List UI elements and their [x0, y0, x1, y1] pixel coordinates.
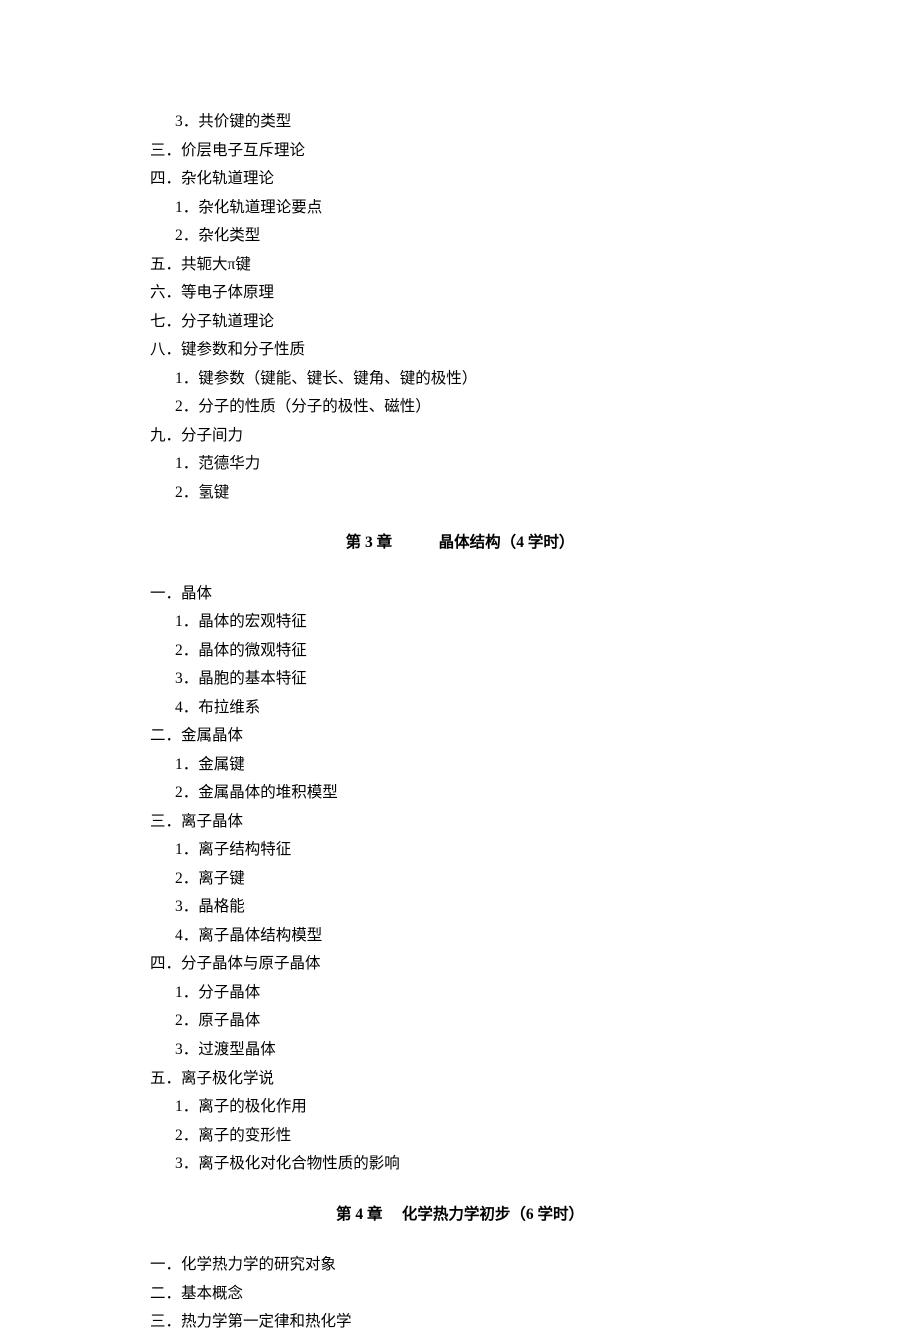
list-item: 1．离子的极化作用	[150, 1093, 770, 1122]
list-item: 五．离子极化学说	[150, 1065, 770, 1094]
list-item: 2．离子键	[150, 865, 770, 894]
list-item: 4．布拉维系	[150, 694, 770, 723]
list-item: 1．键参数（键能、键长、键角、键的极性）	[150, 365, 770, 394]
list-item: 四．分子晶体与原子晶体	[150, 950, 770, 979]
list-item: 四．杂化轨道理论	[150, 165, 770, 194]
list-item: 3．晶胞的基本特征	[150, 665, 770, 694]
title-mid: 章 化学热力学初步（	[363, 1206, 526, 1223]
list-item: 八．键参数和分子性质	[150, 336, 770, 365]
list-item: 3．离子极化对化合物性质的影响	[150, 1150, 770, 1179]
list-item: 1．范德华力	[150, 450, 770, 479]
title-number: 4	[355, 1206, 363, 1223]
list-item: 五．共轭大π键	[150, 251, 770, 280]
list-item: 1．金属键	[150, 751, 770, 780]
list-item: 3．过渡型晶体	[150, 1036, 770, 1065]
list-item: 2．杂化类型	[150, 222, 770, 251]
list-item: 三．热力学第一定律和热化学	[150, 1308, 770, 1337]
list-item: 2．原子晶体	[150, 1007, 770, 1036]
list-item: 2．晶体的微观特征	[150, 637, 770, 666]
title-mid: 章 晶体结构（	[373, 534, 516, 551]
list-item: 2．分子的性质（分子的极性、磁性）	[150, 393, 770, 422]
list-item: 3．共价键的类型	[150, 108, 770, 137]
list-item: 二．金属晶体	[150, 722, 770, 751]
list-item: 六．等电子体原理	[150, 279, 770, 308]
document-page: 3．共价键的类型 三．价层电子互斥理论 四．杂化轨道理论 1．杂化轨道理论要点 …	[0, 0, 770, 1337]
list-item: 2．离子的变形性	[150, 1122, 770, 1151]
title-suffix: 学时）	[524, 534, 574, 551]
list-item: 1．离子结构特征	[150, 836, 770, 865]
list-item: 3．晶格能	[150, 893, 770, 922]
list-item: 一．化学热力学的研究对象	[150, 1251, 770, 1280]
title-prefix: 第	[346, 534, 365, 551]
list-item: 1．晶体的宏观特征	[150, 608, 770, 637]
title-hours: 6	[526, 1206, 534, 1223]
title-hours: 4	[516, 534, 524, 551]
title-number: 3	[365, 534, 373, 551]
list-item: 九．分子间力	[150, 422, 770, 451]
title-prefix: 第	[336, 1206, 355, 1223]
list-item: 七．分子轨道理论	[150, 308, 770, 337]
list-item: 4．离子晶体结构模型	[150, 922, 770, 951]
title-suffix: 学时）	[534, 1206, 584, 1223]
list-item: 2．金属晶体的堆积模型	[150, 779, 770, 808]
list-item: 二．基本概念	[150, 1280, 770, 1309]
list-item: 2．氢键	[150, 479, 770, 508]
list-item: 三．价层电子互斥理论	[150, 137, 770, 166]
list-item: 三．离子晶体	[150, 808, 770, 837]
list-item: 1．分子晶体	[150, 979, 770, 1008]
chapter-3-title: 第 3 章 晶体结构（4 学时）	[150, 529, 770, 558]
list-item: 1．杂化轨道理论要点	[150, 194, 770, 223]
chapter-4-title: 第 4 章 化学热力学初步（6 学时）	[150, 1201, 770, 1230]
list-item: 一．晶体	[150, 580, 770, 609]
